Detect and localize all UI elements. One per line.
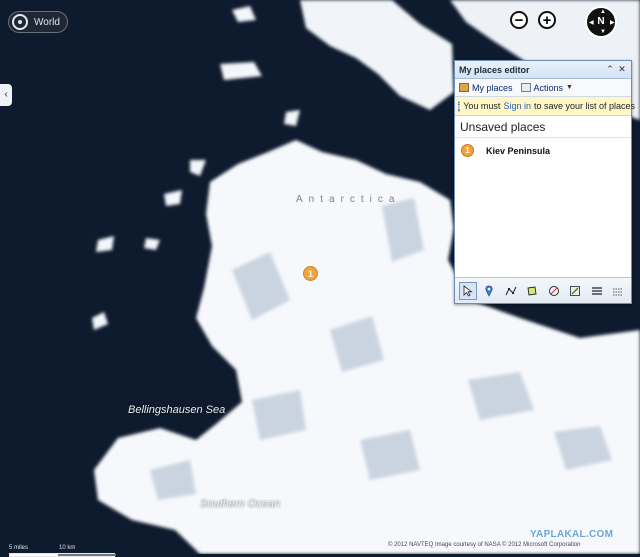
edit-tool-button[interactable] — [566, 282, 584, 300]
list-icon — [591, 286, 602, 295]
more-icon — [613, 288, 624, 295]
actions-icon — [520, 83, 531, 92]
tab-my-places[interactable]: My places — [459, 83, 513, 93]
tab-label: My places — [472, 82, 513, 93]
polyline-tool-button[interactable] — [502, 282, 520, 300]
select-tool-button[interactable] — [458, 281, 477, 300]
sign-in-link[interactable]: Sign in — [503, 101, 531, 111]
compass-tick-icon: ▶ — [610, 20, 615, 26]
folder-icon — [459, 83, 469, 92]
place-number-badge: 1 — [461, 144, 474, 157]
world-button[interactable]: World — [8, 11, 68, 33]
pushpin-icon — [485, 285, 493, 297]
polyline-icon — [505, 286, 517, 295]
compass-tick-icon: ▲ — [600, 9, 606, 15]
southern-ocean-label: Southern Ocean — [200, 498, 281, 510]
more-tool-button[interactable] — [609, 282, 627, 300]
antarctica-label: Antarctica — [296, 194, 401, 205]
pushpin-tool-button[interactable] — [480, 282, 498, 300]
collapse-icon[interactable]: ⌃ — [605, 64, 615, 75]
panel-title: My places editor — [459, 64, 530, 75]
scale-label-miles: 5 miles — [9, 545, 29, 551]
watermark-logo: YAPLAKAL.COM — [530, 529, 614, 540]
collapse-arrow-icon[interactable]: ‹ — [0, 84, 12, 106]
panel-title-bar: My places editor ⌃ ✕ — [455, 61, 631, 79]
dropdown-arrow-icon: ▼ — [566, 84, 573, 91]
notice-suffix: to save your list of places — [533, 101, 636, 111]
info-icon: i — [458, 100, 461, 112]
sign-in-notice: i You must Sign in to save your list of … — [455, 97, 635, 116]
close-icon[interactable]: ✕ — [617, 64, 627, 75]
map-pushpin[interactable]: 1 — [303, 266, 318, 281]
zoom-in-button[interactable]: + — [538, 11, 556, 29]
compass-tick-icon: ▼ — [600, 29, 606, 35]
editor-toolbar — [455, 277, 631, 303]
compass-tick-icon: ◀ — [589, 20, 594, 26]
place-list: 1 Kiev Peninsula — [455, 138, 631, 276]
tab-label: Actions — [533, 82, 564, 93]
section-title: Unsaved places — [455, 116, 631, 138]
compass-icon[interactable]: N ▲ ▼ ◀ ▶ — [585, 6, 617, 38]
select-icon — [463, 284, 473, 297]
bellingshausen-sea-label: Bellingshausen Sea — [128, 404, 226, 416]
scale-label-km: 10 km — [59, 545, 76, 551]
locator-icon — [12, 14, 28, 30]
edit-icon — [570, 285, 581, 296]
place-name: Kiev Peninsula — [486, 145, 551, 156]
copyright-text: © 2012 NAVTEQ Image courtesy of NASA © 2… — [388, 542, 581, 548]
import-tool-button[interactable] — [545, 282, 563, 300]
world-label: World — [34, 16, 60, 28]
panel-tabs: My places Actions ▼ — [455, 79, 631, 97]
list-item[interactable]: 1 Kiev Peninsula — [455, 144, 631, 157]
notice-prefix: You must — [463, 101, 501, 111]
list-tool-button[interactable] — [588, 282, 606, 300]
polygon-icon — [527, 285, 537, 296]
import-icon — [548, 285, 559, 296]
tab-actions[interactable]: Actions ▼ — [520, 82, 573, 93]
places-editor-panel: My places editor ⌃ ✕ My places Actions ▼… — [454, 60, 635, 304]
polygon-tool-button[interactable] — [523, 282, 541, 300]
zoom-out-button[interactable]: − — [510, 11, 528, 29]
